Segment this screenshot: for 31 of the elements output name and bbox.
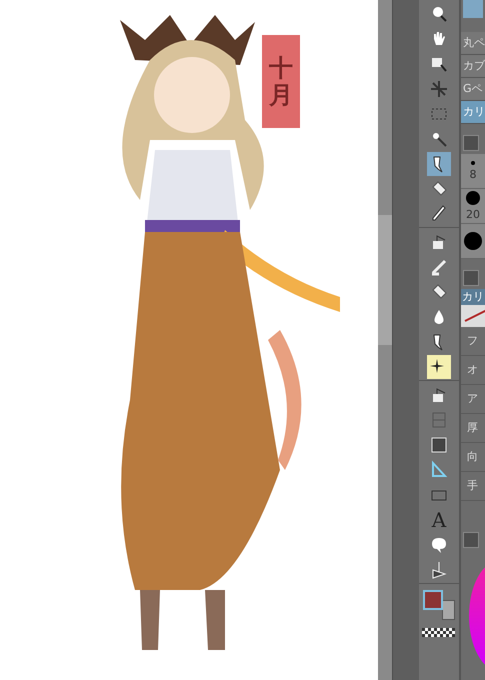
panel-menu-icon[interactable] bbox=[463, 532, 479, 548]
property-label: オ bbox=[461, 356, 485, 385]
main-color-swatch[interactable] bbox=[423, 590, 443, 610]
property-label: フ bbox=[461, 327, 485, 356]
brush-size-dot[interactable] bbox=[471, 161, 475, 165]
sub-tool-item[interactable]: 丸ペ bbox=[461, 32, 485, 55]
sub-tool-item[interactable]: カリ bbox=[461, 101, 485, 124]
brush-size-label[interactable]: 20 bbox=[466, 208, 480, 221]
ruler-icon bbox=[429, 460, 449, 480]
brush-size-dot[interactable] bbox=[466, 191, 480, 205]
gradient-icon bbox=[429, 434, 449, 454]
property-label: ア bbox=[461, 385, 485, 414]
sub-tool-item[interactable]: Gペ bbox=[461, 78, 485, 101]
month-label: 十月 bbox=[262, 35, 300, 128]
vertical-scrollbar[interactable] bbox=[378, 0, 392, 680]
transparent-color-swatch[interactable] bbox=[422, 628, 455, 637]
property-label: 向 bbox=[461, 443, 485, 472]
text-tool-button[interactable]: A bbox=[427, 508, 451, 532]
background-color-swatch[interactable] bbox=[442, 600, 455, 620]
sub-tool-item[interactable]: カブ bbox=[461, 55, 485, 78]
brush-size-dot[interactable] bbox=[464, 232, 482, 250]
scrollbar-thumb[interactable] bbox=[378, 215, 392, 345]
tool-button[interactable] bbox=[427, 152, 451, 176]
panel-menu-icon[interactable] bbox=[463, 135, 479, 151]
property-label: 手 bbox=[461, 472, 485, 501]
tool-button[interactable] bbox=[427, 354, 451, 378]
panel-menu-icon[interactable] bbox=[463, 270, 479, 286]
brush-size-label[interactable]: 8 bbox=[470, 168, 476, 181]
arrows-icon bbox=[429, 78, 449, 98]
property-label: 厚 bbox=[461, 414, 485, 443]
tool-property-title: カリ bbox=[461, 289, 485, 305]
